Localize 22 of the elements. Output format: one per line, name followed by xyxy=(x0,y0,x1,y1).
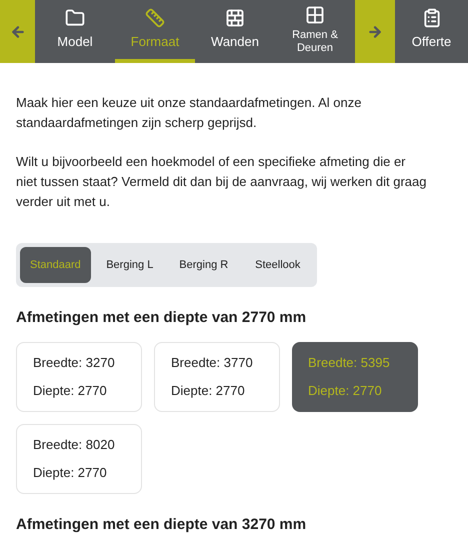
next-button[interactable] xyxy=(355,0,395,63)
type-tab[interactable]: Steellook xyxy=(242,247,313,283)
step-tab[interactable]: Ramen & Deuren xyxy=(275,0,355,63)
section-heading: Afmetingen met een diepte van 3270 mm xyxy=(16,514,308,534)
size-option-card[interactable]: Breedte: 8020 Diepte: 2770 xyxy=(16,424,142,494)
step-tab[interactable]: Wanden xyxy=(195,0,275,63)
window-icon xyxy=(305,4,325,24)
final-step-tab[interactable]: Offerte xyxy=(395,0,468,63)
size-option-card[interactable]: Breedte: 3770 Diepte: 2770 xyxy=(154,342,280,412)
size-option-card[interactable]: Breedte: 3270 Diepte: 2770 xyxy=(16,342,142,412)
folder-icon xyxy=(65,8,85,28)
type-tab[interactable]: Berging R xyxy=(168,247,239,283)
section-heading: Afmetingen met een diepte van 2770 mm xyxy=(16,308,308,328)
brick-wall-icon xyxy=(225,8,245,28)
clipboard-icon xyxy=(422,8,442,28)
intro-paragraph: Wilt u bijvoorbeeld een hoekmodel of een specifieke afmeting die er niet tussen staat? Vermeld dit dan bij de aanvraag, wij werken dit graag verder uit met u. xyxy=(16,153,428,211)
next-arrow-icon xyxy=(367,24,383,40)
step-tab[interactable]: Model xyxy=(35,0,115,63)
type-tab[interactable]: Berging L xyxy=(94,247,165,283)
back-button[interactable] xyxy=(0,0,35,63)
ruler-icon xyxy=(145,8,165,28)
intro-paragraph: Maak hier een keuze uit onze standaardafmetingen. Al onze standaardafmetingen zijn scherp geprijsd. xyxy=(16,94,362,132)
